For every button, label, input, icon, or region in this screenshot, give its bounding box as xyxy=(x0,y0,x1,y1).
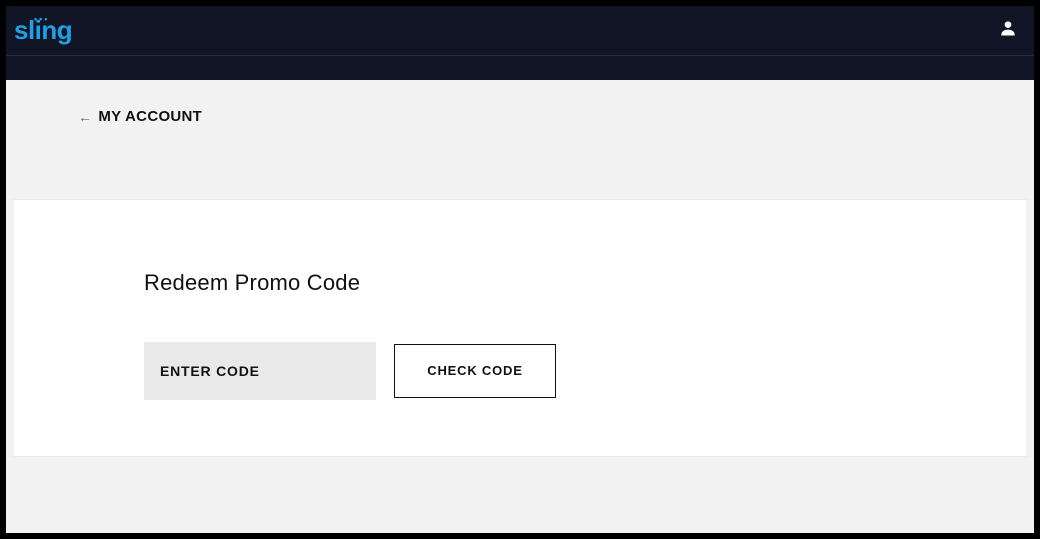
check-code-button[interactable]: CHECK CODE xyxy=(394,344,556,398)
redeem-promo-card: Redeem Promo Code CHECK CODE xyxy=(14,199,1026,456)
brand-logo-dots: ••• xyxy=(34,14,49,24)
app-header: sling ••• xyxy=(6,6,1034,56)
footer-gap xyxy=(14,456,1026,526)
promo-code-input[interactable] xyxy=(144,342,376,400)
page-gap xyxy=(6,159,1034,199)
back-to-my-account[interactable]: ← MY ACCOUNT xyxy=(78,108,202,125)
back-link-label: MY ACCOUNT xyxy=(98,108,202,125)
section-title: Redeem Promo Code xyxy=(144,270,1026,296)
promo-code-row: CHECK CODE xyxy=(144,342,1026,400)
breadcrumb-bar: ← MY ACCOUNT xyxy=(6,80,1034,159)
header-spacer xyxy=(6,56,1034,80)
user-account-icon[interactable] xyxy=(998,18,1018,43)
brand-logo[interactable]: sling ••• xyxy=(14,15,72,46)
arrow-left-icon: ← xyxy=(78,109,92,125)
